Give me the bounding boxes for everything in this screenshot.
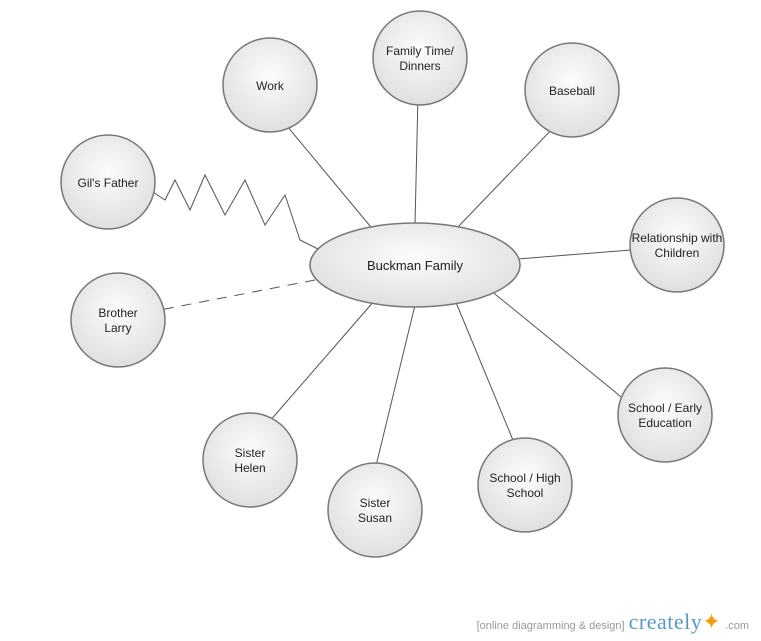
- footer-brand-text: creately: [629, 609, 703, 634]
- node-family-time-line1: Family Time/: [386, 44, 455, 58]
- node-school-high: School / High School: [478, 438, 572, 532]
- node-school-early-line1: School / Early: [628, 401, 702, 415]
- node-school-high-line1: School / High: [489, 471, 560, 485]
- node-family-time: Family Time/ Dinners: [373, 11, 467, 105]
- node-sister-helen: Sister Helen: [203, 413, 297, 507]
- node-brother-larry: Brother Larry: [71, 273, 165, 367]
- node-sister-susan-line1: Sister: [360, 496, 391, 510]
- node-brother-larry-line2: Larry: [104, 321, 131, 335]
- node-baseball-label: Baseball: [549, 84, 595, 98]
- node-sister-helen-line2: Helen: [234, 461, 265, 475]
- edge-sister-helen: [262, 300, 375, 430]
- node-sister-susan-line2: Susan: [358, 511, 392, 525]
- edge-school-early: [490, 290, 625, 400]
- edge-family-time: [415, 95, 418, 225]
- node-baseball: Baseball: [525, 43, 619, 137]
- node-school-early-line2: Education: [638, 416, 691, 430]
- node-sister-helen-line1: Sister: [235, 446, 266, 460]
- node-relationship-line1: Relationship with: [632, 231, 723, 245]
- edge-relationship: [505, 250, 631, 260]
- footer-tld: .com: [725, 620, 749, 632]
- node-gils-father: Gil's Father: [61, 135, 155, 229]
- edge-school-high: [455, 300, 515, 445]
- edge-sister-susan: [375, 305, 415, 470]
- edge-baseball: [455, 124, 557, 230]
- node-relationship-line2: Children: [655, 246, 700, 260]
- node-school-high-line2: School: [507, 486, 544, 500]
- center-node: Buckman Family: [310, 223, 520, 307]
- center-label: Buckman Family: [367, 258, 464, 273]
- node-gils-father-label: Gil's Father: [78, 176, 139, 190]
- footer: [online diagramming & design] creately✦ …: [477, 609, 749, 635]
- footer-brand: creately✦: [629, 609, 722, 635]
- node-school-early: School / Early Education: [618, 368, 712, 462]
- footer-tag: [online diagramming & design]: [477, 620, 625, 632]
- node-relationship: Relationship with Children: [630, 198, 724, 292]
- node-family-time-line2: Dinners: [399, 59, 440, 73]
- edge-work: [282, 120, 380, 238]
- node-brother-larry-line1: Brother: [98, 306, 137, 320]
- diagram-canvas: Buckman Family Work Family Time/ Dinners…: [0, 0, 761, 641]
- edge-gils-father: [150, 175, 320, 250]
- node-work-label: Work: [256, 79, 285, 93]
- edge-brother-larry: [160, 280, 315, 310]
- spark-icon: ✦: [702, 609, 721, 634]
- node-work: Work: [223, 38, 317, 132]
- node-sister-susan: Sister Susan: [328, 463, 422, 557]
